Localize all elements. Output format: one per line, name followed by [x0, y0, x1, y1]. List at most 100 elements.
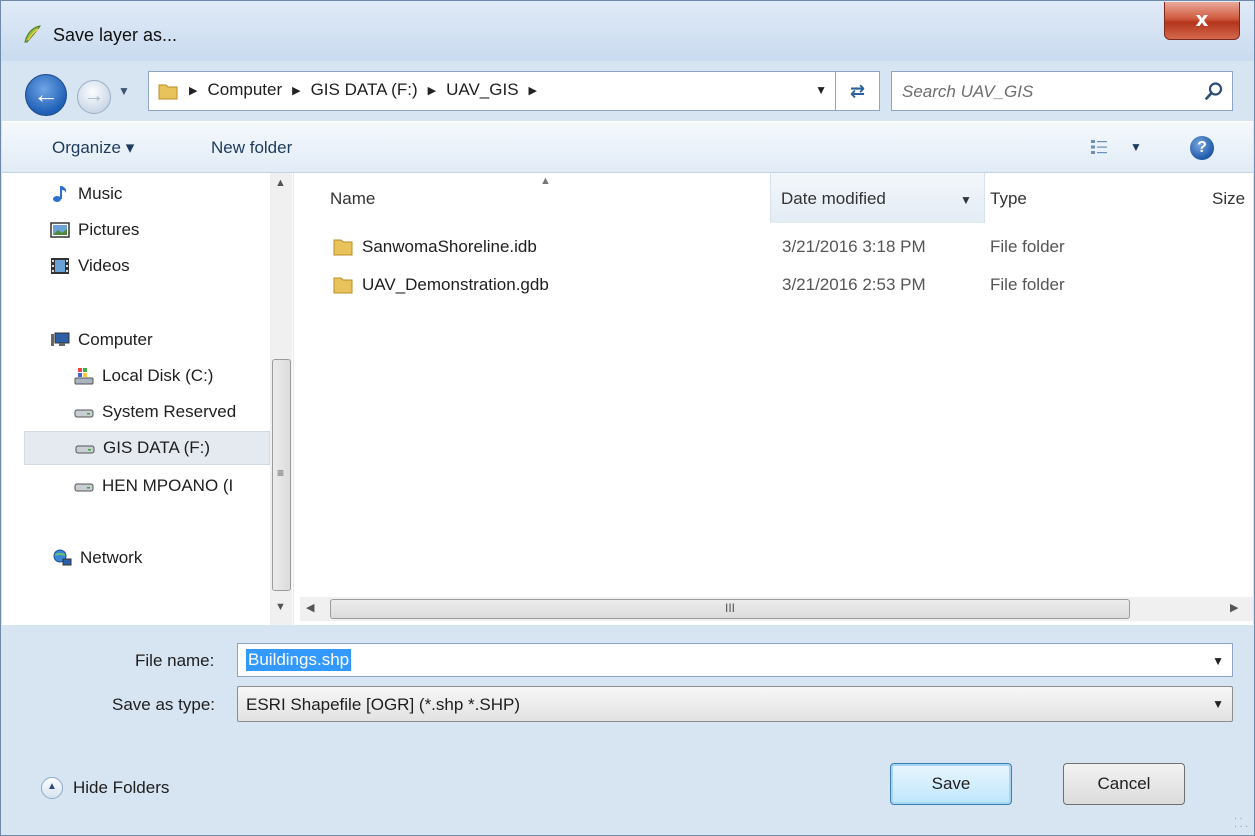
- back-button[interactable]: ←: [25, 74, 67, 116]
- close-icon: x: [1195, 7, 1209, 31]
- scroll-down-icon[interactable]: ▼: [275, 601, 286, 613]
- sidebar-item-pictures[interactable]: Pictures: [50, 213, 270, 247]
- views-dropdown-icon[interactable]: ▼: [1130, 140, 1142, 154]
- chevron-right-icon[interactable]: ▶: [292, 84, 300, 97]
- videos-icon: [51, 258, 69, 274]
- close-button[interactable]: x: [1164, 2, 1240, 40]
- sidebar-item-label: Videos: [78, 256, 130, 275]
- content-area: Music Pictures Videos Computer Local Dis…: [2, 173, 1253, 625]
- column-header-name[interactable]: Name: [330, 173, 770, 223]
- file-list-scroll-thumb[interactable]: III: [330, 599, 1130, 619]
- computer-icon: [51, 332, 70, 346]
- column-header-label: Name: [330, 189, 376, 208]
- file-name-value[interactable]: Buildings.shp: [246, 649, 352, 671]
- search-input[interactable]: [902, 80, 1182, 104]
- sidebar-scroll-thumb[interactable]: ≡: [272, 359, 291, 591]
- help-icon[interactable]: ?: [1190, 136, 1214, 160]
- sidebar-item-label: Computer: [78, 330, 153, 349]
- column-header-size[interactable]: Size: [1212, 173, 1253, 223]
- file-list-scrollbar[interactable]: ◀ III ▶: [300, 597, 1253, 621]
- sidebar-item-computer[interactable]: Computer: [50, 323, 270, 357]
- file-name-field[interactable]: Buildings.shp ▼: [237, 643, 1233, 677]
- forward-arrow-icon: →: [84, 85, 104, 107]
- sidebar-item-network[interactable]: Network: [52, 541, 270, 575]
- qgis-icon: [24, 25, 41, 43]
- resize-grip-icon[interactable]: . .. . .: [1234, 812, 1248, 830]
- sidebar-item-label: Pictures: [78, 220, 140, 239]
- forward-button[interactable]: →: [77, 80, 111, 114]
- grip-icon: ≡: [277, 466, 285, 480]
- sidebar-item-label: GIS DATA (F:): [103, 438, 211, 457]
- file-date: 3/21/2016 3:18 PM: [782, 237, 926, 256]
- chevron-right-icon[interactable]: ▶: [529, 84, 537, 97]
- network-icon: [53, 549, 72, 566]
- drive-icon: [74, 409, 94, 418]
- column-header-label: Type: [990, 189, 1027, 208]
- column-header-label: Size: [1212, 189, 1246, 208]
- music-icon: [53, 186, 67, 202]
- chevron-up-icon: ▲: [41, 777, 63, 799]
- scroll-up-icon[interactable]: ▲: [275, 177, 286, 189]
- save-type-dropdown-icon[interactable]: ▼: [1212, 697, 1224, 711]
- column-header-date[interactable]: Date modified: [770, 173, 985, 223]
- save-layer-dialog: Save layer as... x ← → ▼ ▶ Computer ▶ GI…: [0, 0, 1255, 836]
- sidebar-item-system-reserved[interactable]: System Reserved: [74, 395, 270, 429]
- grip-icon: III: [725, 601, 736, 615]
- sidebar-item-hen-mpoano[interactable]: HEN MPOANO (I: [74, 469, 270, 503]
- refresh-icon: ⇄: [849, 81, 866, 101]
- column-filter-icon[interactable]: ▼: [960, 193, 972, 207]
- sidebar-scrollbar[interactable]: ▲ ≡ ▼: [270, 173, 292, 625]
- sidebar-item-label: Local Disk (C:): [102, 366, 214, 385]
- window-title: Save layer as...: [53, 25, 178, 45]
- refresh-button[interactable]: ⇄: [835, 72, 879, 110]
- chevron-right-icon[interactable]: ▶: [428, 84, 436, 97]
- breadcrumb-item[interactable]: Computer: [207, 80, 282, 100]
- navigation-pane: Music Pictures Videos Computer Local Dis…: [2, 173, 294, 625]
- breadcrumb-item[interactable]: GIS DATA (F:): [311, 80, 418, 100]
- save-type-select[interactable]: ESRI Shapefile [OGR] (*.shp *.SHP) ▼: [237, 686, 1233, 722]
- file-date: 3/21/2016 2:53 PM: [782, 275, 926, 294]
- file-name-label: File name:: [135, 651, 215, 670]
- title-bar[interactable]: Save layer as... x: [1, 1, 1254, 61]
- file-type: File folder: [990, 237, 1065, 256]
- folder-icon: [158, 84, 178, 100]
- list-item[interactable]: SanwomaShoreline.idb 3/21/2016 3:18 PM F…: [300, 229, 1253, 265]
- breadcrumb-item[interactable]: UAV_GIS: [446, 80, 518, 100]
- organize-button[interactable]: Organize ▾: [52, 138, 134, 158]
- drive-icon: [75, 445, 95, 454]
- drive-icon: [74, 483, 94, 492]
- address-bar[interactable]: ▶ Computer ▶ GIS DATA (F:) ▶ UAV_GIS ▶ ▼…: [148, 71, 880, 111]
- sidebar-item-local-disk[interactable]: Local Disk (C:): [74, 359, 270, 393]
- save-button[interactable]: Save: [890, 763, 1012, 805]
- search-icon[interactable]: [1204, 81, 1224, 101]
- hide-folders-button[interactable]: ▲ Hide Folders: [41, 777, 169, 799]
- search-box[interactable]: [891, 71, 1233, 111]
- list-item[interactable]: UAV_Demonstration.gdb 3/21/2016 2:53 PM …: [300, 267, 1253, 303]
- column-header-type[interactable]: Type: [990, 173, 1190, 223]
- file-name: UAV_Demonstration.gdb: [362, 275, 549, 294]
- back-arrow-icon: ←: [33, 79, 59, 109]
- save-type-label: Save as type:: [112, 695, 216, 714]
- sidebar-item-gis-data[interactable]: GIS DATA (F:): [24, 431, 270, 465]
- breadcrumb: ▶ Computer ▶ GIS DATA (F:) ▶ UAV_GIS ▶: [189, 80, 537, 100]
- folder-icon: [333, 239, 353, 256]
- file-list: ▲ Name Date modified ▼ Type Size Sanwoma…: [300, 173, 1253, 593]
- file-type: File folder: [990, 275, 1065, 294]
- scroll-left-icon[interactable]: ◀: [306, 601, 314, 614]
- address-dropdown-icon[interactable]: ▼: [815, 83, 827, 97]
- sidebar-item-label: System Reserved: [102, 402, 237, 421]
- new-folder-button[interactable]: New folder: [211, 138, 292, 158]
- views-icon[interactable]: [1090, 138, 1108, 156]
- cancel-button[interactable]: Cancel: [1063, 763, 1185, 805]
- file-name: SanwomaShoreline.idb: [362, 237, 537, 256]
- recent-locations-dropdown[interactable]: ▼: [118, 84, 130, 98]
- folder-icon: [333, 277, 353, 294]
- scroll-right-icon[interactable]: ▶: [1230, 601, 1238, 614]
- local-disk-icon: [74, 368, 94, 385]
- sidebar-item-videos[interactable]: Videos: [50, 249, 270, 283]
- file-name-dropdown-icon[interactable]: ▼: [1212, 654, 1224, 668]
- sidebar-item-label: Music: [78, 184, 123, 203]
- sidebar-item-music[interactable]: Music: [50, 177, 270, 211]
- chevron-right-icon[interactable]: ▶: [189, 84, 197, 97]
- save-type-value: ESRI Shapefile [OGR] (*.shp *.SHP): [246, 695, 520, 714]
